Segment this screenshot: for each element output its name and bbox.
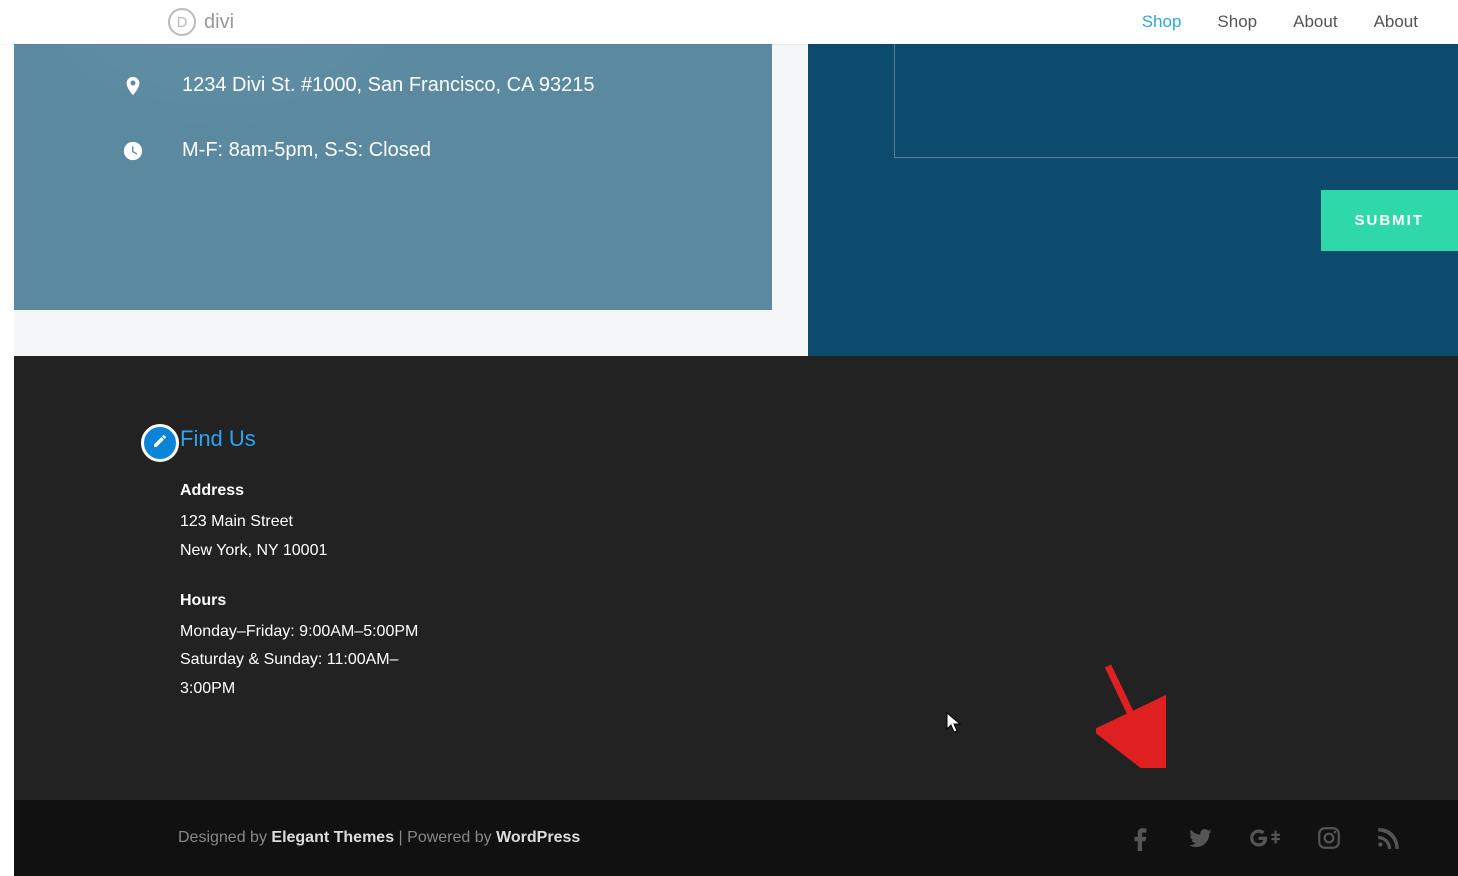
footer-hours-line2: Saturday & Sunday: 11:00AM–3:00PM: [180, 646, 440, 704]
footer-address-line1: 123 Main Street: [180, 508, 440, 537]
contact-hours-text: M-F: 8am-5pm, S-S: Closed: [182, 139, 431, 162]
footer-hours-block: Hours Monday–Friday: 9:00AM–5:00PM Satur…: [180, 592, 440, 704]
site-header: D divi Shop Shop About About: [0, 0, 1458, 44]
footer-title: Find Us: [180, 426, 1458, 452]
credit-designed-prefix: Designed by: [178, 829, 271, 846]
footer-address-line2: New York, NY 10001: [180, 537, 440, 566]
rss-icon[interactable]: [1376, 825, 1402, 851]
facebook-icon[interactable]: [1128, 825, 1154, 851]
primary-nav: Shop Shop About About: [1142, 12, 1438, 32]
logo-mark-icon: D: [168, 8, 196, 36]
footer-address-label: Address: [180, 482, 440, 500]
contact-form-panel: SUBMIT: [808, 0, 1458, 356]
contact-address-row: 1234 Divi St. #1000, San Francisco, CA 9…: [122, 74, 732, 97]
submit-button[interactable]: SUBMIT: [1321, 190, 1458, 251]
site-footer: Find Us Address 123 Main Street New York…: [14, 356, 1458, 800]
contact-hours-row: M-F: 8am-5pm, S-S: Closed: [122, 139, 732, 162]
credit-powered-link[interactable]: WordPress: [496, 829, 580, 846]
clock-icon: [122, 140, 144, 162]
nav-link-shop-active[interactable]: Shop: [1142, 12, 1182, 32]
google-plus-icon[interactable]: [1248, 825, 1282, 851]
footer-address-block: Address 123 Main Street New York, NY 100…: [180, 482, 440, 566]
nav-link-about-1[interactable]: About: [1293, 12, 1337, 32]
footer-social-links: [1128, 825, 1402, 851]
credit-designed-link[interactable]: Elegant Themes: [271, 829, 394, 846]
credit-powered-prefix: Powered by: [407, 829, 496, 846]
map-pin-icon: [122, 75, 144, 97]
contact-address-text: 1234 Divi St. #1000, San Francisco, CA 9…: [182, 74, 594, 97]
nav-link-about-2[interactable]: About: [1374, 12, 1418, 32]
footer-credit: Designed by Elegant Themes | Powered by …: [178, 829, 580, 847]
pencil-icon: [152, 433, 168, 454]
edit-module-button[interactable]: [141, 424, 179, 462]
credit-sep: |: [394, 829, 407, 846]
contact-info-panel: 1234 Divi St. #1000, San Francisco, CA 9…: [14, 0, 772, 310]
site-logo[interactable]: D divi: [168, 8, 234, 36]
instagram-icon[interactable]: [1316, 825, 1342, 851]
content-upper: 1234 Divi St. #1000, San Francisco, CA 9…: [14, 0, 1458, 356]
nav-link-shop[interactable]: Shop: [1217, 12, 1257, 32]
twitter-icon[interactable]: [1188, 825, 1214, 851]
logo-text: divi: [204, 11, 234, 34]
footer-bottom-bar: Designed by Elegant Themes | Powered by …: [14, 800, 1458, 876]
footer-hours-label: Hours: [180, 592, 440, 610]
footer-hours-line1: Monday–Friday: 9:00AM–5:00PM: [180, 618, 440, 647]
